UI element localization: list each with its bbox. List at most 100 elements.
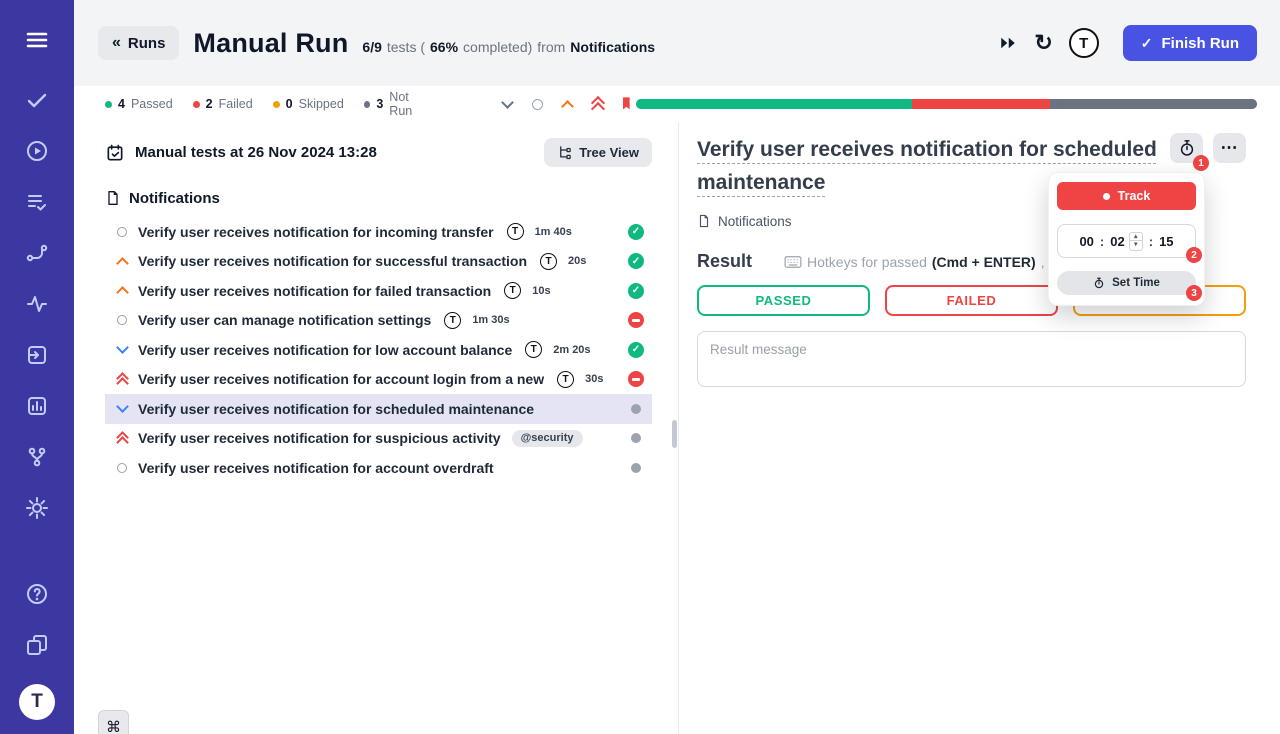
passed-button[interactable]: PASSED: [697, 285, 870, 316]
circle-icon: [531, 98, 543, 110]
skipped-number: 0: [285, 97, 293, 111]
sidebar-item-settings[interactable]: [17, 490, 57, 526]
finish-run-button[interactable]: Finish Run: [1122, 25, 1257, 61]
stopwatch-icon: [1180, 140, 1193, 156]
double-chevron-up-icon: [591, 97, 603, 111]
priority-high-icon: [116, 255, 129, 268]
stepper-up-icon[interactable]: [1129, 233, 1142, 241]
filter-priority-normal[interactable]: [528, 95, 546, 113]
test-title: Verify user receives notification for ac…: [138, 459, 494, 476]
progress-bar: [636, 99, 1257, 109]
import-box-icon: [28, 346, 46, 364]
timer-button[interactable]: 1: [1170, 133, 1209, 171]
seconds-field[interactable]: 15: [1159, 234, 1173, 249]
sidebar-item-pipelines[interactable]: [17, 235, 57, 271]
minutes-stepper[interactable]: [1128, 231, 1143, 251]
test-row[interactable]: Verify user receives notification for su…: [105, 424, 652, 454]
suite-header[interactable]: Notifications: [105, 189, 652, 207]
test-row[interactable]: Verify user receives notification for lo…: [105, 335, 652, 365]
collapse-button[interactable]: [498, 95, 516, 113]
minutes-field[interactable]: 02: [1110, 234, 1124, 249]
check-icon: [1141, 35, 1153, 52]
sidebar-item-documents[interactable]: [17, 627, 57, 663]
suite-name: Notifications: [570, 38, 656, 55]
percent-completed: 66%: [430, 38, 459, 55]
filter-priority-high[interactable]: [558, 95, 576, 113]
status-notrun-icon: [631, 433, 641, 444]
sidebar-item-branches[interactable]: [17, 439, 57, 475]
hours-field[interactable]: 00: [1079, 234, 1093, 249]
menu-button[interactable]: [17, 22, 57, 58]
test-duration: 1m 40s: [534, 225, 572, 238]
time-picker[interactable]: 00 02 15: [1057, 224, 1196, 258]
priority-low-icon: [116, 343, 129, 356]
run-clipboard-icon: [107, 144, 123, 160]
test-row[interactable]: Verify user receives notification for in…: [105, 217, 652, 247]
suite-title: Notifications: [129, 189, 220, 207]
test-duration: 1m 30s: [472, 314, 510, 327]
flow-icon: [26, 244, 48, 262]
tree-view-button[interactable]: Tree View: [544, 138, 652, 167]
filter-priority-blocker[interactable]: [618, 95, 636, 113]
track-button[interactable]: Track: [1057, 182, 1196, 210]
sidebar-item-runs[interactable]: [17, 133, 57, 169]
failed-label: Failed: [218, 97, 253, 111]
top-bar: Runs Manual Run 6/9 tests ( 66% complete…: [74, 0, 1280, 86]
test-row[interactable]: Verify user receives notification for fa…: [105, 276, 652, 306]
test-row-selected[interactable]: Verify user receives notification for sc…: [105, 394, 652, 424]
command-palette-button[interactable]: ⌘: [98, 710, 129, 734]
sidebar-item-reports[interactable]: [17, 388, 57, 424]
set-time-button[interactable]: Set Time: [1057, 271, 1196, 295]
question-circle-icon: [27, 584, 47, 604]
check-icon: [27, 93, 47, 108]
from-label: from: [537, 38, 566, 55]
logo-letter: T: [31, 691, 43, 712]
filter-priority-critical[interactable]: [588, 95, 606, 113]
testomat-icon: T: [444, 311, 462, 329]
back-to-runs-button[interactable]: Runs: [98, 26, 180, 60]
testomat-logo[interactable]: T: [19, 684, 55, 720]
testomat-header-logo: T: [1068, 28, 1099, 58]
hotkeys-prefix: Hotkeys for passed: [807, 253, 927, 270]
failed-number: 2: [205, 97, 213, 111]
fast-forward-button[interactable]: [998, 34, 1018, 52]
logo-letter: T: [1079, 34, 1089, 52]
testomat-icon: T: [525, 341, 543, 359]
test-row[interactable]: Verify user can manage notification sett…: [105, 306, 652, 336]
sidebar-item-help[interactable]: [17, 576, 57, 612]
colon-separator: [1097, 234, 1107, 249]
file-icon: [699, 214, 709, 228]
sidebar-item-analytics[interactable]: [17, 286, 57, 322]
scrollbar-thumb[interactable]: [672, 420, 677, 448]
test-row[interactable]: Verify user receives notification for ac…: [105, 365, 652, 395]
status-passed-icon: [628, 341, 644, 358]
bar-chart-icon: [28, 397, 46, 415]
sidebar-item-run-lists[interactable]: [17, 184, 57, 220]
test-tag[interactable]: @security: [511, 429, 583, 447]
stepper-down-icon[interactable]: [1130, 241, 1142, 250]
result-message-input[interactable]: [697, 331, 1246, 387]
more-options-button[interactable]: ⋯: [1213, 133, 1246, 163]
rerun-timer-button[interactable]: [1034, 30, 1052, 56]
progress-notrun: [1050, 99, 1257, 109]
test-duration: 30s: [585, 373, 604, 386]
status-notrun-icon: [631, 403, 641, 414]
test-row[interactable]: Verify user receives notification for su…: [105, 247, 652, 277]
test-row[interactable]: Verify user receives notification for ac…: [105, 453, 652, 483]
retry-icon: [1034, 30, 1052, 56]
flag-icon: [623, 97, 630, 110]
status-notrun-icon: [631, 462, 641, 473]
passed-label: Passed: [130, 97, 173, 111]
sidebar-item-tests[interactable]: [17, 82, 57, 118]
chevron-up-icon: [560, 99, 574, 113]
run-progress-summary: 6/9 tests ( 66% completed) from Notifica…: [362, 39, 655, 55]
sidebar-item-import[interactable]: [17, 337, 57, 373]
priority-low-icon: [116, 402, 129, 415]
testomat-icon: T: [557, 370, 575, 388]
failed-button[interactable]: FAILED: [885, 285, 1058, 316]
chevron-down-icon: [500, 95, 514, 109]
run-tests-panel: Manual tests at 26 Nov 2024 13:28 Tree V…: [74, 122, 672, 734]
test-title: Verify user receives notification for su…: [138, 253, 528, 270]
failed-dot-icon: [192, 100, 200, 108]
test-title: Verify user receives notification for ac…: [138, 371, 545, 388]
